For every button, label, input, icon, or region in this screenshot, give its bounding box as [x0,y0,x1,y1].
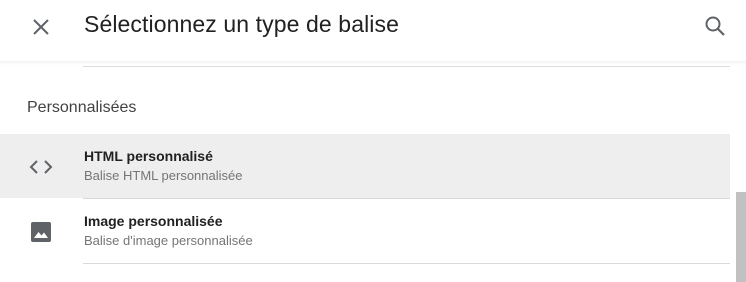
panel-title: Sélectionnez un type de balise [84,11,399,37]
tag-description: Balise HTML personnalisée [84,168,243,183]
tag-name: HTML personnalisé [84,148,213,164]
divider [83,66,730,67]
tag-row-custom-html[interactable]: HTML personnalisé Balise HTML personnali… [0,134,730,198]
divider [83,263,730,264]
header-shadow [0,61,746,65]
search-button[interactable] [698,9,732,43]
code-icon [26,152,56,182]
tag-type-picker-panel: Sélectionnez un type de balise Personnal… [0,0,746,282]
panel-header: Sélectionnez un type de balise [0,0,746,54]
scrollbar-thumb[interactable] [736,192,746,282]
close-button[interactable] [24,10,58,44]
section-title: Personnalisées [27,99,137,116]
image-icon [26,217,56,247]
tag-row-custom-image[interactable]: Image personnalisée Balise d'image perso… [0,199,730,263]
tag-description: Balise d'image personnalisée [84,233,253,248]
close-icon [33,19,49,35]
search-icon [705,16,725,36]
tag-name: Image personnalisée [84,213,223,229]
